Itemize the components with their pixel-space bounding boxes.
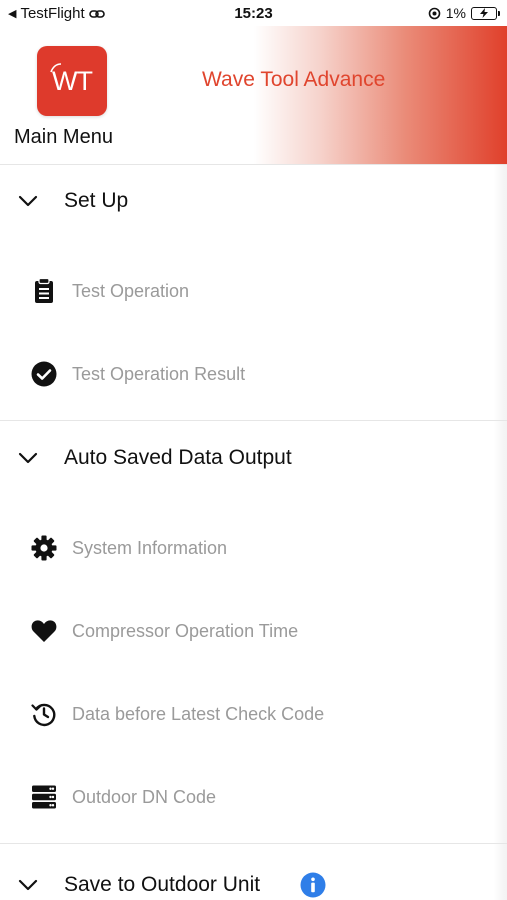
app-logo: WT: [37, 46, 107, 116]
divider: [0, 420, 507, 421]
history-icon: [30, 700, 58, 728]
menu-item-system-information[interactable]: System Information: [0, 518, 507, 578]
divider: [0, 164, 507, 165]
server-icon: [30, 783, 58, 811]
section-header-auto-saved[interactable]: Auto Saved Data Output: [0, 428, 507, 488]
menu-item-label: Test Operation: [72, 280, 190, 301]
battery-percent: 1%: [445, 5, 466, 21]
menu-item-test-operation[interactable]: Test Operation: [0, 261, 507, 321]
divider: [0, 843, 507, 844]
section-header-setup[interactable]: Set Up: [0, 171, 507, 231]
section-title: Save to Outdoor Unit: [64, 873, 261, 896]
status-indicators: 1%: [428, 5, 500, 21]
main-menu-label: Main Menu: [14, 126, 113, 148]
section-header-save-outdoor[interactable]: Save to Outdoor Unit: [0, 855, 507, 900]
orientation-lock-icon: [428, 7, 441, 19]
menu-item-label: Compressor Operation Time: [72, 620, 299, 641]
section-title: Auto Saved Data Output: [64, 446, 292, 469]
app-title: Wave Tool Advance: [202, 68, 386, 91]
status-bar: ◀ TestFlight 15:23 1%: [0, 0, 507, 26]
chevron-down-icon: [18, 195, 38, 207]
chevron-down-icon: [18, 452, 38, 464]
menu-item-compressor-operation-time[interactable]: Compressor Operation Time: [0, 601, 507, 661]
menu-item-outdoor-dn-code[interactable]: Outdoor DN Code: [0, 767, 507, 827]
header: WT Main Menu Wave Tool Advance: [0, 26, 507, 164]
heart-icon: [30, 617, 58, 645]
clipboard-icon: [30, 277, 58, 305]
menu-item-test-operation-result[interactable]: Test Operation Result: [0, 344, 507, 404]
check-circle-icon: [30, 360, 58, 388]
menu-item-data-before-latest-check-code[interactable]: Data before Latest Check Code: [0, 684, 507, 744]
menu-item-label: Outdoor DN Code: [72, 786, 217, 807]
section-title: Set Up: [64, 189, 129, 212]
signal-icon: [50, 63, 62, 73]
info-icon[interactable]: [300, 872, 326, 898]
battery-icon: [471, 6, 500, 20]
gear-icon: [30, 534, 58, 562]
menu-item-label: Data before Latest Check Code: [72, 703, 325, 724]
menu-item-label: System Information: [72, 537, 228, 558]
chevron-down-icon: [18, 879, 38, 891]
menu-item-label: Test Operation Result: [72, 363, 246, 384]
